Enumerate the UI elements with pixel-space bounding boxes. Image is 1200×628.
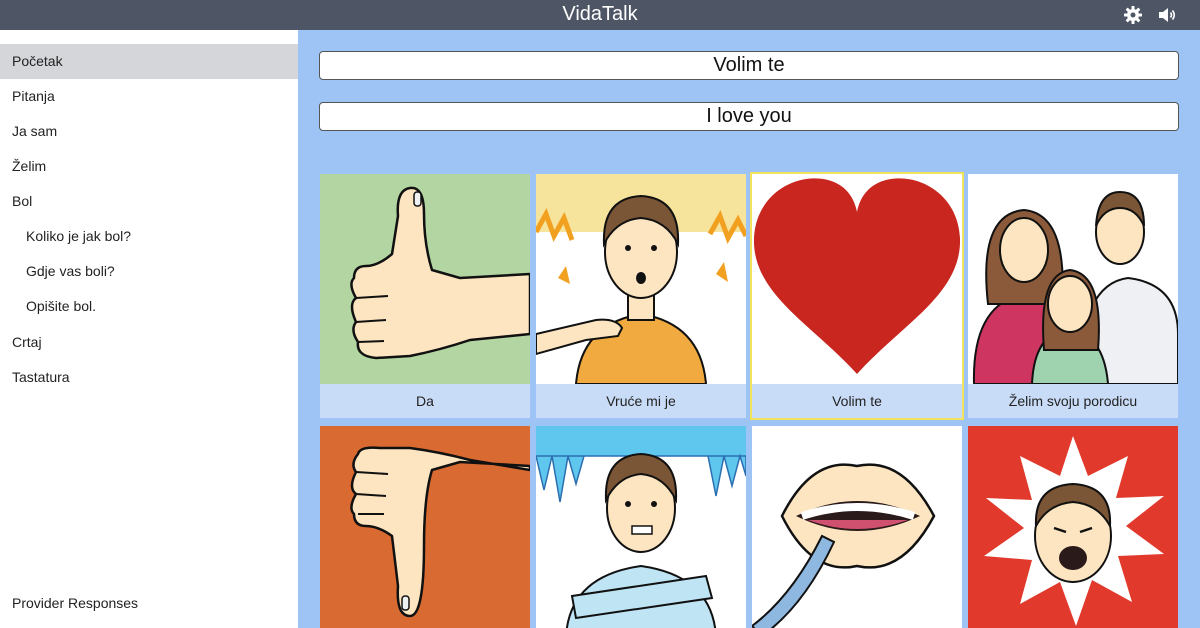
sidebar-item-crtaj[interactable]: Crtaj [0, 325, 298, 360]
heart-icon [752, 174, 962, 384]
sidebar-item-pitanja[interactable]: Pitanja [0, 79, 298, 114]
tile-volim-te[interactable]: Volim te [750, 172, 964, 420]
sidebar-item-gdje-vas-boli[interactable]: Gdje vas boli? [0, 254, 298, 289]
tile-label: Želim svoju porodicu [968, 384, 1178, 418]
tile-bol[interactable] [968, 426, 1178, 628]
tile-vruce-mi-je[interactable]: Vruće mi je [536, 174, 746, 418]
thumbs-up-icon [320, 174, 530, 384]
tile-label: Vruće mi je [536, 384, 746, 418]
tile-da[interactable]: Da [320, 174, 530, 418]
sidebar-item-opisite-bol[interactable]: Opišite bol. [0, 289, 298, 324]
speaker-icon[interactable] [1156, 4, 1178, 26]
top-bar: VidaTalk [0, 0, 1200, 30]
tile-sukcija[interactable] [752, 426, 962, 628]
pain-face-icon [968, 426, 1178, 628]
sidebar-item-koliko-je-jak-bol[interactable]: Koliko je jak bol? [0, 219, 298, 254]
thumbs-down-icon [320, 426, 530, 628]
phrase-native-display[interactable]: Volim te [319, 51, 1179, 80]
hot-person-icon [536, 174, 746, 384]
sidebar-item-bol[interactable]: Bol [0, 184, 298, 219]
sidebar-item-ja-sam[interactable]: Ja sam [0, 114, 298, 149]
phrase-translation-display[interactable]: I love you [319, 102, 1179, 131]
sidebar-item-pocetak[interactable]: Početak [0, 44, 298, 79]
provider-responses-link[interactable]: Provider Responses [12, 595, 138, 611]
mouth-suction-icon [752, 426, 962, 628]
sidebar: Početak Pitanja Ja sam Želim Bol Koliko … [0, 30, 298, 628]
cold-person-icon [536, 426, 746, 628]
app-title: VidaTalk [562, 3, 638, 25]
sidebar-item-tastatura[interactable]: Tastatura [0, 360, 298, 395]
gear-icon[interactable] [1122, 4, 1144, 26]
tile-ne[interactable] [320, 426, 530, 628]
sidebar-item-zelim[interactable]: Želim [0, 149, 298, 184]
tile-hladno-mi-je[interactable] [536, 426, 746, 628]
tile-label: Volim te [752, 384, 962, 418]
tile-zelim-svoju-porodicu[interactable]: Želim svoju porodicu [968, 174, 1178, 418]
family-icon [968, 174, 1178, 384]
main-panel: Volim te I love you Da Vruće mi je Volim… [298, 30, 1200, 628]
tile-label: Da [320, 384, 530, 418]
